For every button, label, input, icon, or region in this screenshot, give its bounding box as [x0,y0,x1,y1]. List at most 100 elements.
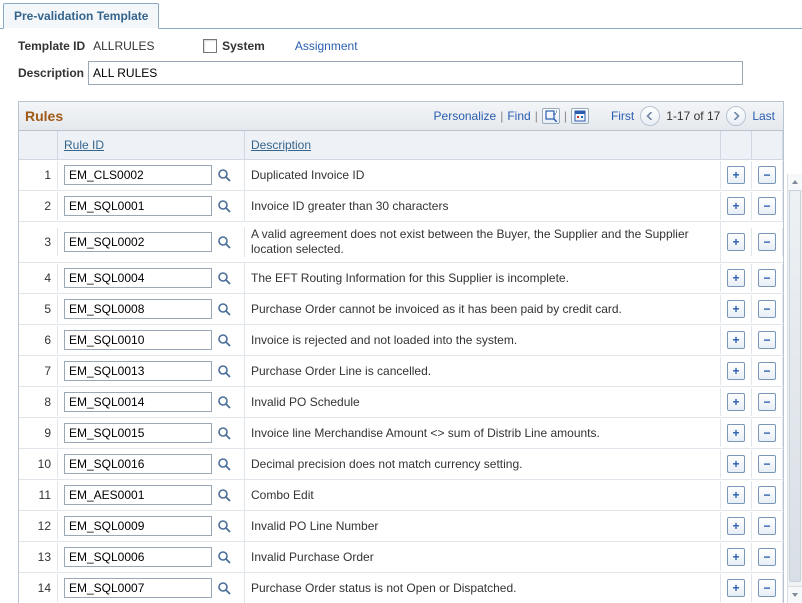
delete-row-button[interactable]: − [758,517,776,535]
add-row-button[interactable]: + [727,197,745,215]
tab-prevalidation-template[interactable]: Pre-validation Template [3,3,159,29]
lookup-icon[interactable] [216,301,233,318]
zoom-icon[interactable] [542,108,560,124]
add-row-cell: + [721,450,752,478]
rule-id-input[interactable] [64,392,212,412]
row-number: 11 [19,481,58,509]
lookup-icon[interactable] [216,167,233,184]
rule-id-input[interactable] [64,454,212,474]
first-link[interactable]: First [609,109,636,123]
rules-grid: Rules Personalize | Find | | First 1-17 … [18,101,784,603]
scroll-thumb[interactable] [789,190,801,582]
lookup-icon[interactable] [216,549,233,566]
row-range: 1-17 of 17 [664,109,722,123]
prev-arrow[interactable] [640,106,660,126]
delete-row-button[interactable]: − [758,300,776,318]
add-row-button[interactable]: + [727,579,745,597]
rule-id-input[interactable] [64,196,212,216]
lookup-icon[interactable] [216,234,233,251]
rule-id-input[interactable] [64,547,212,567]
description-input[interactable] [88,61,743,85]
table-row: 13Invalid Purchase Order+− [19,542,783,573]
delete-row-button[interactable]: − [758,393,776,411]
find-link[interactable]: Find [507,109,530,123]
rule-id-input[interactable] [64,485,212,505]
rule-id-cell [58,294,245,324]
delete-row-button[interactable]: − [758,233,776,251]
add-row-button[interactable]: + [727,166,745,184]
delete-row-cell: − [752,228,783,256]
delete-row-cell: − [752,264,783,292]
lookup-icon[interactable] [216,332,233,349]
vertical-scrollbar[interactable] [787,174,802,603]
next-arrow[interactable] [726,106,746,126]
rule-description: Invalid PO Line Number [245,512,721,540]
add-row-button[interactable]: + [727,486,745,504]
add-row-button[interactable]: + [727,455,745,473]
rule-description: Purchase Order Line is cancelled. [245,357,721,385]
add-row-button[interactable]: + [727,362,745,380]
grid-toolbar: Personalize | Find | | First 1-17 of 17 [434,106,777,126]
scroll-down-arrow[interactable] [788,586,802,603]
delete-row-button[interactable]: − [758,362,776,380]
add-row-button[interactable]: + [727,424,745,442]
lookup-icon[interactable] [216,394,233,411]
add-row-cell: + [721,192,752,220]
row-number: 5 [19,295,58,323]
lookup-icon[interactable] [216,518,233,535]
add-row-button[interactable]: + [727,269,745,287]
delete-row-button[interactable]: − [758,579,776,597]
lookup-icon[interactable] [216,270,233,287]
tab-row: Pre-validation Template [0,0,802,29]
lookup-icon[interactable] [216,198,233,215]
col-header-rule-id[interactable]: Rule ID [58,131,245,159]
table-row: 5Purchase Order cannot be invoiced as it… [19,294,783,325]
rule-id-cell [58,191,245,221]
add-row-button[interactable]: + [727,233,745,251]
rule-id-input[interactable] [64,330,212,350]
assignment-link[interactable]: Assignment [295,39,358,53]
delete-row-button[interactable]: − [758,197,776,215]
rule-id-input[interactable] [64,232,212,252]
add-row-button[interactable]: + [727,548,745,566]
rule-id-input[interactable] [64,268,212,288]
rule-id-input[interactable] [64,423,212,443]
delete-row-button[interactable]: − [758,166,776,184]
rule-id-input[interactable] [64,516,212,536]
rule-id-input[interactable] [64,578,212,598]
lookup-icon[interactable] [216,363,233,380]
add-row-button[interactable]: + [727,393,745,411]
row-number: 6 [19,326,58,354]
add-row-button[interactable]: + [727,300,745,318]
delete-row-button[interactable]: − [758,486,776,504]
scroll-up-arrow[interactable] [788,174,802,191]
delete-row-button[interactable]: − [758,455,776,473]
delete-row-button[interactable]: − [758,269,776,287]
rule-id-input[interactable] [64,165,212,185]
delete-row-button[interactable]: − [758,331,776,349]
add-row-cell: + [721,481,752,509]
rule-id-cell [58,418,245,448]
delete-row-button[interactable]: − [758,424,776,442]
system-checkbox[interactable] [203,39,217,53]
col-header-description[interactable]: Description [245,131,721,159]
lookup-icon[interactable] [216,425,233,442]
rule-description: The EFT Routing Information for this Sup… [245,264,721,292]
rule-id-input[interactable] [64,361,212,381]
row-number: 9 [19,419,58,447]
add-row-button[interactable]: + [727,331,745,349]
add-row-button[interactable]: + [727,517,745,535]
rule-id-input[interactable] [64,299,212,319]
lookup-icon[interactable] [216,580,233,597]
personalize-link[interactable]: Personalize [434,109,497,123]
rule-description: Duplicated Invoice ID [245,161,721,189]
row-number: 2 [19,192,58,220]
delete-row-button[interactable]: − [758,548,776,566]
grid-title: Rules [25,108,63,124]
add-row-cell: + [721,295,752,323]
last-link[interactable]: Last [750,109,777,123]
lookup-icon[interactable] [216,487,233,504]
delete-row-cell: − [752,161,783,189]
download-icon[interactable] [571,108,589,124]
lookup-icon[interactable] [216,456,233,473]
